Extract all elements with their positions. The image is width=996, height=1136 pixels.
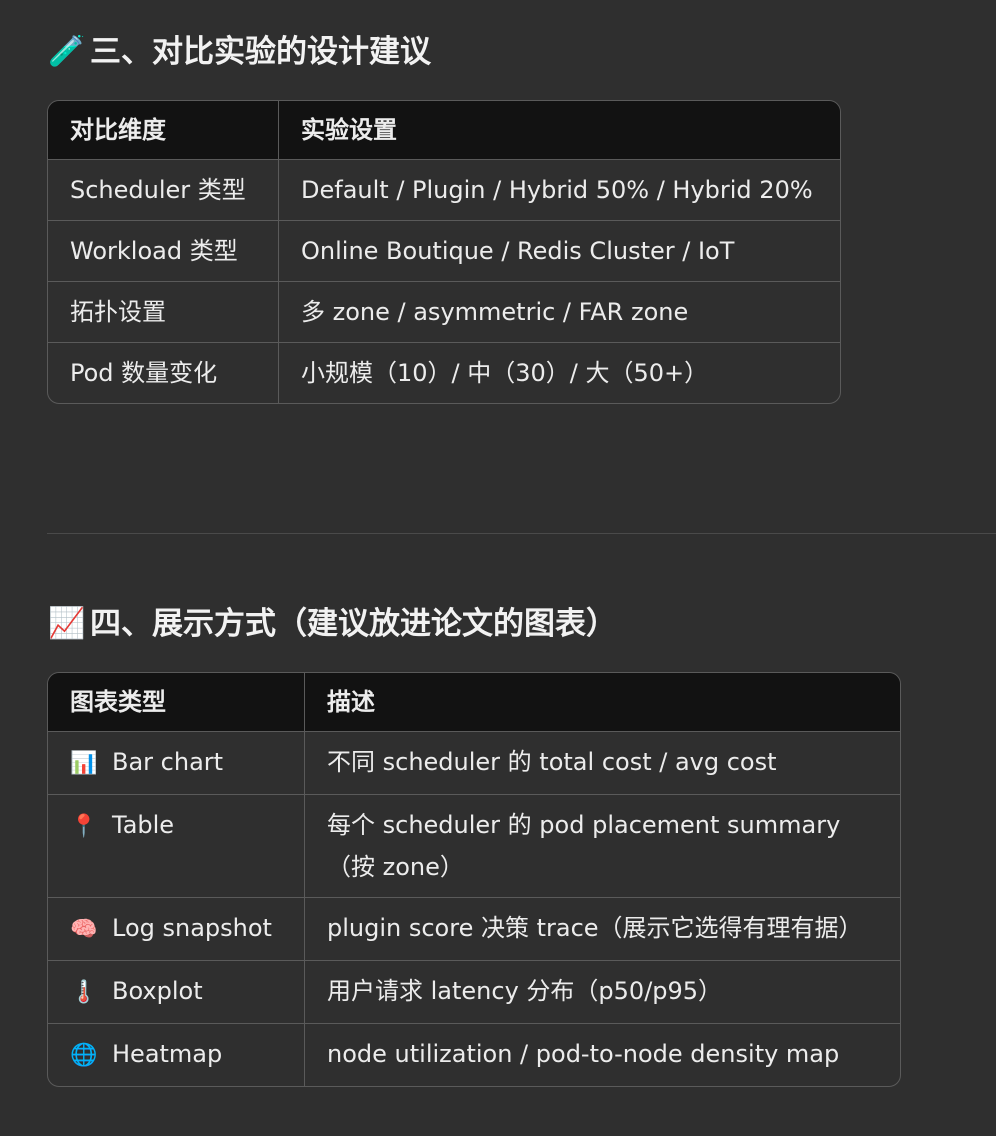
chart-type-cell: 📊 Bar chart	[48, 732, 305, 795]
globe-icon: 🌐	[70, 1043, 98, 1068]
section-3-heading: 🧪 三、对比实验的设计建议	[48, 32, 431, 72]
section-4-title: 四、展示方式（建议放进论文的图表）	[90, 606, 617, 642]
chart-type-cell: 🌡️ Boxplot	[48, 961, 305, 1024]
chart-type-label: Bar chart	[112, 748, 224, 776]
column-header-dimension: 对比维度	[48, 101, 279, 160]
pin-icon: 📍	[70, 814, 98, 839]
dimension-cell: Scheduler 类型	[48, 160, 279, 221]
thermometer-icon: 🌡️	[70, 980, 98, 1005]
dimension-cell: Workload 类型	[48, 221, 279, 282]
chart-type-label: Log snapshot	[112, 914, 272, 942]
column-header-description: 描述	[305, 673, 900, 732]
setting-cell: 多 zone / asymmetric / FAR zone	[279, 282, 840, 343]
table-row: 📊 Bar chart 不同 scheduler 的 total cost / a…	[48, 732, 900, 795]
description-cell: plugin score 决策 trace（展示它选得有理有据）	[305, 898, 900, 961]
chart-type-cell: 🌐 Heatmap	[48, 1024, 305, 1086]
table-header-row: 对比维度 实验设置	[48, 101, 840, 160]
dimension-cell: Pod 数量变化	[48, 343, 279, 403]
section-4-heading: 📈 四、展示方式（建议放进论文的图表）	[48, 604, 617, 644]
description-cell: 每个 scheduler 的 pod placement summary（按 z…	[305, 795, 900, 898]
setting-cell: 小规模（10）/ 中（30）/ 大（50+）	[301, 359, 709, 387]
dimension-cell: 拓扑设置	[48, 282, 279, 343]
section-3-title: 三、对比实验的设计建议	[90, 34, 431, 70]
description-cell: 用户请求 latency 分布（p50/p95）	[305, 961, 900, 1024]
chart-type-cell: 🧠 Log snapshot	[48, 898, 305, 961]
brain-icon: 🧠	[70, 917, 98, 942]
bar-chart-icon: 📊	[70, 751, 98, 776]
column-header-setting: 实验设置	[279, 101, 840, 160]
table-row: Scheduler 类型 Default / Plugin / Hybrid 5…	[48, 160, 840, 221]
presentation-table: 图表类型 描述 📊 Bar chart 不同 scheduler 的 total …	[47, 672, 901, 1087]
section-divider	[47, 533, 996, 534]
table-header-row: 图表类型 描述	[48, 673, 900, 732]
table-row: 📍 Table 每个 scheduler 的 pod placement summ…	[48, 795, 900, 898]
column-header-chart-type: 图表类型	[48, 673, 305, 732]
chart-type-label: Heatmap	[112, 1040, 223, 1068]
description-cell: node utilization / pod-to-node density m…	[327, 1040, 840, 1068]
experiment-design-table: 对比维度 实验设置 Scheduler 类型 Default / Plugin …	[47, 100, 841, 404]
setting-cell: Default / Plugin / Hybrid 50% / Hybrid 2…	[279, 160, 840, 221]
table-row: 🌐 Heatmap node utilization / pod-to-node …	[48, 1024, 900, 1086]
description-cell: 不同 scheduler 的 total cost / avg cost	[305, 732, 900, 795]
setting-cell: Online Boutique / Redis Cluster / IoT	[279, 221, 840, 282]
chart-type-cell: 📍 Table	[48, 795, 305, 898]
table-row: 🌡️ Boxplot 用户请求 latency 分布（p50/p95）	[48, 961, 900, 1024]
table-row: Workload 类型 Online Boutique / Redis Clus…	[48, 221, 840, 282]
table-row: Pod 数量变化 小规模（10）/ 中（30）/ 大（50+）	[48, 343, 840, 403]
chart-type-label: Table	[112, 811, 175, 839]
table-row: 拓扑设置 多 zone / asymmetric / FAR zone	[48, 282, 840, 343]
chart-increasing-icon: 📈	[48, 606, 86, 641]
chart-type-label: Boxplot	[112, 977, 203, 1005]
test-tube-icon: 🧪	[48, 34, 86, 69]
document-page: 🧪 三、对比实验的设计建议 对比维度 实验设置 Scheduler 类型 Def…	[0, 0, 996, 1136]
table-row: 🧠 Log snapshot plugin score 决策 trace（展示它选…	[48, 898, 900, 961]
